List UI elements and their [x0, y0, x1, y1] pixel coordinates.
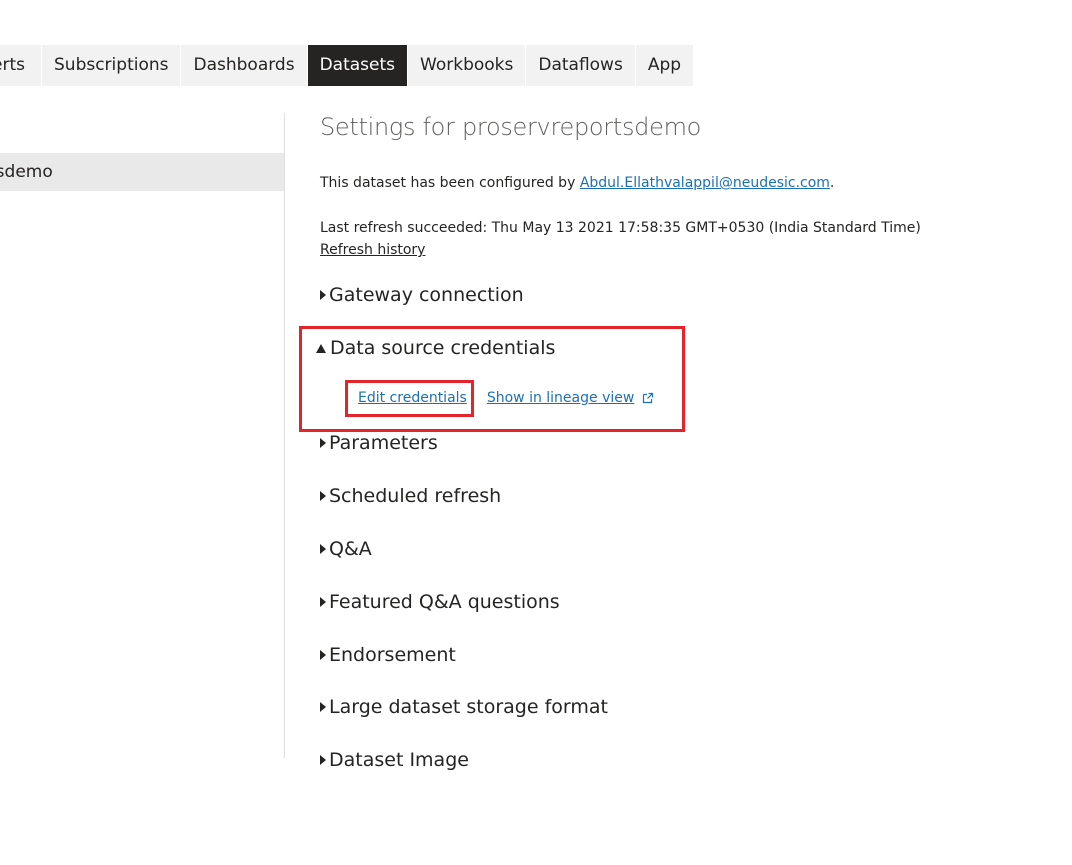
- section-label: Scheduled refresh: [329, 485, 502, 507]
- page-title: Settings for proservreportsdemo: [320, 113, 702, 141]
- show-lineage-view-link[interactable]: Show in lineage view: [487, 390, 634, 406]
- caret-right-icon: [320, 544, 326, 554]
- tab-subscriptions[interactable]: Subscriptions: [42, 45, 181, 86]
- section-qna[interactable]: Q&A: [320, 538, 372, 560]
- dataset-list-pane: tsdemo: [0, 113, 285, 758]
- section-featured-qna[interactable]: Featured Q&A questions: [320, 591, 560, 613]
- configured-prefix: This dataset has been configured by: [320, 175, 580, 191]
- section-label: Endorsement: [329, 644, 456, 666]
- section-label: Gateway connection: [329, 284, 524, 306]
- caret-right-icon: [320, 702, 326, 712]
- tab-datasets[interactable]: Datasets: [307, 45, 408, 86]
- section-endorsement[interactable]: Endorsement: [320, 644, 456, 666]
- caret-right-icon: [320, 438, 326, 448]
- refresh-history-link[interactable]: Refresh history: [320, 242, 425, 258]
- external-link-icon[interactable]: [642, 392, 654, 404]
- section-large-dataset-storage[interactable]: Large dataset storage format: [320, 696, 608, 718]
- section-scheduled-refresh[interactable]: Scheduled refresh: [320, 485, 501, 507]
- tab-app[interactable]: App: [635, 45, 694, 86]
- caret-right-icon: [320, 650, 326, 660]
- configured-by-text: This dataset has been configured by Abdu…: [320, 175, 834, 191]
- dataset-list-item-selected[interactable]: tsdemo: [0, 153, 284, 191]
- tab-alerts[interactable]: erts: [0, 45, 41, 86]
- section-parameters[interactable]: Parameters: [320, 432, 438, 454]
- settings-tabs: erts Subscriptions Dashboards Datasets W…: [0, 45, 694, 86]
- caret-right-icon: [320, 597, 326, 607]
- section-dataset-image[interactable]: Dataset Image: [320, 749, 469, 771]
- caret-right-icon: [320, 290, 326, 300]
- section-label: Large dataset storage format: [329, 696, 608, 718]
- section-label: Dataset Image: [329, 749, 469, 771]
- section-label: Q&A: [329, 538, 372, 560]
- caret-right-icon: [320, 755, 326, 765]
- credentials-actions: Edit credentials Show in lineage view: [358, 390, 654, 406]
- tab-workbooks[interactable]: Workbooks: [408, 45, 526, 86]
- section-gateway-connection[interactable]: Gateway connection: [320, 284, 524, 306]
- section-label: Featured Q&A questions: [329, 591, 560, 613]
- page: erts Subscriptions Dashboards Datasets W…: [0, 0, 1072, 865]
- caret-right-icon: [320, 491, 326, 501]
- edit-credentials-link[interactable]: Edit credentials: [358, 390, 467, 406]
- configured-by-email-link[interactable]: Abdul.Ellathvalappil@neudesic.com: [580, 175, 830, 191]
- tab-dashboards[interactable]: Dashboards: [181, 45, 307, 86]
- section-label: Parameters: [329, 432, 438, 454]
- configured-suffix: .: [829, 175, 835, 191]
- last-refresh-status: Last refresh succeeded: Thu May 13 2021 …: [320, 220, 921, 236]
- tab-dataflows[interactable]: Dataflows: [526, 45, 635, 86]
